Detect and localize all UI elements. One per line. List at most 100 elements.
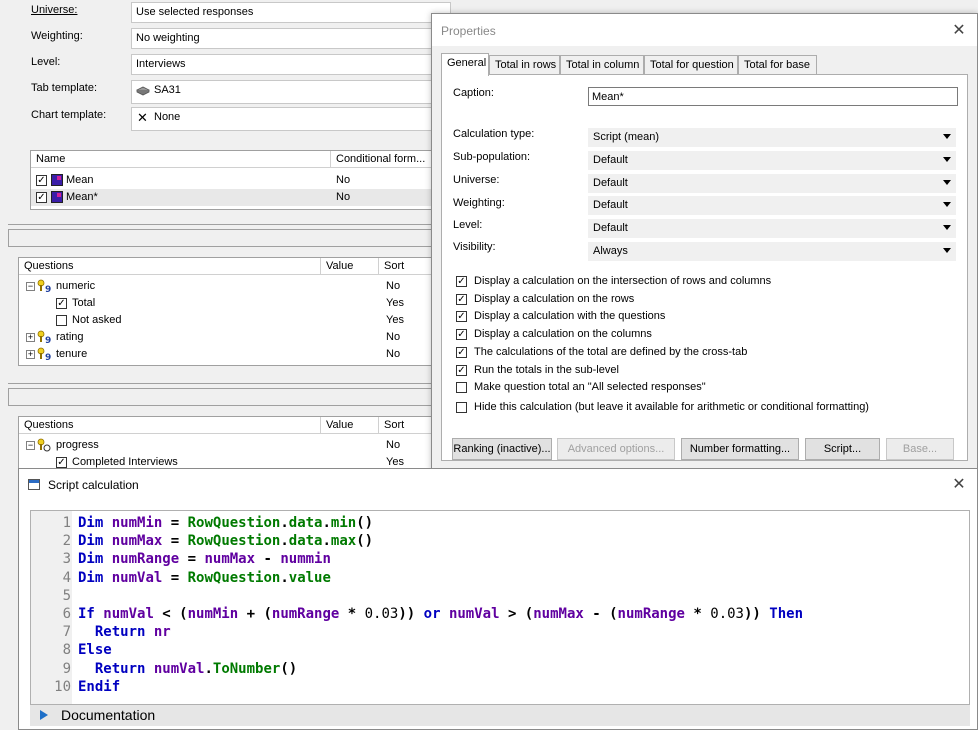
tab-template-field[interactable]: SA31: [131, 80, 451, 104]
response-checkbox[interactable]: ✓: [56, 457, 67, 468]
script-titlebar[interactable]: Script calculation ✕: [19, 469, 977, 500]
numeric-question-icon: 9: [37, 279, 51, 293]
dropdown-arrow-icon: [943, 248, 951, 253]
question-sort: No: [386, 439, 401, 451]
expand-icon[interactable]: +: [26, 333, 35, 342]
level-value: Default: [593, 222, 628, 234]
option-checkbox[interactable]: ✓: [456, 311, 467, 322]
level-label: Level:: [31, 56, 61, 68]
code-editor[interactable]: 1 Dim numMin = RowQuestion.data.min() 2 Di…: [30, 510, 970, 705]
chart-template-value: None: [154, 111, 181, 123]
universe-label: Universe:: [453, 174, 500, 186]
tab-total-for-base[interactable]: Total for base: [738, 55, 817, 75]
calc-row-mean[interactable]: ✓ Mean No: [31, 172, 431, 189]
question-sort: No: [386, 348, 401, 360]
tab-general[interactable]: General: [441, 53, 489, 76]
subpop-select[interactable]: Default: [588, 151, 956, 170]
option-checkbox[interactable]: ✓: [456, 294, 467, 305]
expand-icon[interactable]: +: [26, 350, 35, 359]
calc-type-value: Script (mean): [593, 131, 660, 143]
col-sort[interactable]: Sort: [379, 417, 431, 434]
calc-type-select[interactable]: Script (mean): [588, 128, 956, 147]
line-number: 10: [54, 678, 71, 695]
col-questions[interactable]: Questions: [19, 258, 321, 275]
weighting-label: Weighting:: [31, 30, 83, 42]
weighting-field[interactable]: No weighting: [131, 28, 451, 49]
subpop-label: Sub-population:: [453, 151, 531, 163]
tab-total-in-column[interactable]: Total in column: [560, 55, 644, 75]
code-line-1: 1 Dim numMin = RowQuestion.data.min(): [31, 514, 803, 532]
col-value[interactable]: Value: [321, 417, 379, 434]
col-conditional[interactable]: Conditional form...: [331, 151, 431, 168]
option-checkbox[interactable]: ✓: [456, 365, 467, 376]
col-name[interactable]: Name: [31, 151, 331, 168]
universe-select[interactable]: Default: [588, 174, 956, 193]
visibility-select[interactable]: Always: [588, 242, 956, 261]
option-checkbox[interactable]: ✓: [456, 347, 467, 358]
option-label: Display a calculation on the intersectio…: [474, 275, 772, 287]
numeric-question-icon: 9: [37, 330, 51, 344]
calc-row-name: Mean: [66, 174, 94, 186]
collapse-icon[interactable]: −: [26, 282, 35, 291]
splitter-bar[interactable]: [8, 388, 432, 406]
chart-template-label: Chart template:: [31, 109, 107, 121]
tab-total-in-rows[interactable]: Total in rows: [489, 55, 560, 75]
option-checkbox[interactable]: ✓: [456, 329, 467, 340]
script-button[interactable]: Script...: [805, 438, 880, 460]
properties-title: Properties: [441, 24, 496, 38]
window-icon: [28, 479, 40, 490]
close-icon[interactable]: ✕: [949, 20, 969, 40]
dropdown-arrow-icon: [943, 225, 951, 230]
code-line-4: 4 Dim numVal = RowQuestion.value: [31, 569, 803, 587]
chart-template-field[interactable]: ✕ None: [131, 107, 451, 131]
option-label: Display a calculation on the columns: [474, 328, 652, 340]
number-formatting-button[interactable]: Number formatting...: [681, 438, 799, 460]
single-question-icon: [37, 438, 51, 452]
option-checkbox[interactable]: [456, 382, 467, 393]
col-questions[interactable]: Questions: [19, 417, 321, 434]
universe-field[interactable]: Use selected responses: [131, 2, 451, 23]
question-row-rating[interactable]: + 9 rating No: [19, 329, 431, 346]
caption-input[interactable]: [588, 87, 958, 106]
level-select[interactable]: Default: [588, 219, 956, 238]
calculation-icon: [51, 191, 63, 203]
question-row-numeric[interactable]: − 9 numeric No: [19, 278, 431, 295]
svg-text:9: 9: [45, 336, 51, 344]
col-sort[interactable]: Sort: [379, 258, 431, 275]
calc-row-checkbox[interactable]: ✓: [36, 175, 47, 186]
level-field[interactable]: Interviews: [131, 54, 451, 75]
close-icon[interactable]: ✕: [949, 474, 969, 494]
dropdown-arrow-icon: [943, 180, 951, 185]
splitter-bar[interactable]: [8, 229, 432, 247]
properties-dialog: Properties ✕ General Total in rows Total…: [431, 13, 978, 471]
none-x-icon: ✕: [137, 111, 148, 126]
ranking-button[interactable]: Ranking (inactive)...: [452, 438, 552, 460]
response-checkbox[interactable]: ✓: [56, 298, 67, 309]
expand-triangle-icon: [40, 710, 48, 720]
weighting-select[interactable]: Default: [588, 196, 956, 215]
question-row-progress[interactable]: − progress No: [19, 437, 431, 454]
code-lines: 1 Dim numMin = RowQuestion.data.min() 2 Di…: [31, 514, 803, 696]
subpop-value: Default: [593, 154, 628, 166]
visibility-label: Visibility:: [453, 241, 496, 253]
advanced-options-button[interactable]: Advanced options...: [557, 438, 675, 460]
col-value[interactable]: Value: [321, 258, 379, 275]
tab-total-for-question[interactable]: Total for question: [644, 55, 738, 75]
documentation-expander[interactable]: Documentation: [30, 705, 970, 726]
calculations-grid: Name Conditional form... ✓ Mean No ✓ Mea…: [30, 150, 432, 210]
properties-titlebar[interactable]: Properties ✕: [432, 14, 977, 46]
option-checkbox[interactable]: [456, 402, 467, 413]
question-row-not-asked[interactable]: Not asked Yes: [19, 312, 431, 329]
question-row-total[interactable]: ✓ Total Yes: [19, 295, 431, 312]
calc-row-checkbox[interactable]: ✓: [36, 192, 47, 203]
option-label: Make question total an "All selected res…: [474, 381, 706, 393]
code-line-6: 6 If numVal < (numMin + (numRange * 0.03)…: [31, 605, 803, 623]
calc-row-mean-star[interactable]: ✓ Mean* No: [31, 189, 431, 206]
option-label: Display a calculation on the rows: [474, 293, 635, 305]
collapse-icon[interactable]: −: [26, 441, 35, 450]
tab-template-label: Tab template:: [31, 82, 98, 94]
base-button[interactable]: Base...: [886, 438, 954, 460]
response-checkbox[interactable]: [56, 315, 67, 326]
question-row-tenure[interactable]: + 9 tenure No: [19, 346, 431, 363]
option-checkbox[interactable]: ✓: [456, 276, 467, 287]
